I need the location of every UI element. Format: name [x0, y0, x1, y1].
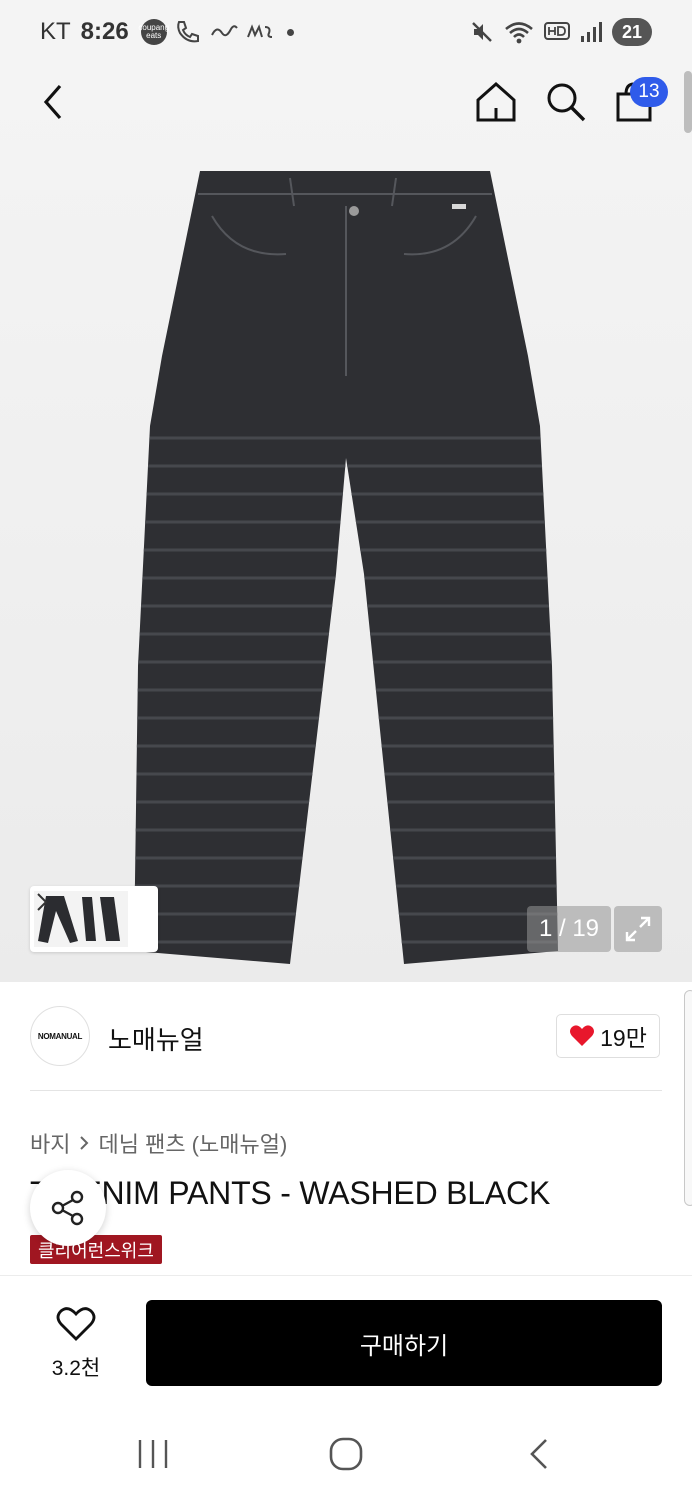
- more-notifications-dot-icon: [286, 28, 294, 36]
- app-notification-icon: [210, 25, 238, 37]
- promo-tag: 클리어런스위크: [30, 1235, 162, 1264]
- status-left: KT 8:26 coupang eats: [40, 18, 294, 46]
- status-bar: KT 8:26 coupang eats 21: [0, 0, 692, 66]
- share-icon: [51, 1190, 84, 1226]
- brand-row: NOMANUAL 노매뉴얼 19만: [0, 982, 692, 1092]
- image-page-counter: 1 / 19: [527, 906, 611, 952]
- phone-notification-icon: [176, 21, 199, 43]
- thumbnail-chevron-right-icon[interactable]: [34, 891, 50, 913]
- thumbnail-strip-button[interactable]: [30, 886, 158, 952]
- heart-outline-icon: [56, 1307, 96, 1341]
- coupang-eats-notification-icon: coupang eats: [138, 19, 170, 45]
- back-chevron-left-icon[interactable]: [36, 82, 72, 122]
- scrollbar[interactable]: [684, 71, 692, 133]
- purchase-bar: 3.2천 구매하기: [0, 1275, 692, 1410]
- wishlist-button[interactable]: 3.2천: [40, 1304, 112, 1384]
- total-image-count: 19: [572, 915, 600, 942]
- wifi-icon: [505, 22, 533, 44]
- promo-tag-label: 클리어런스위크: [38, 1240, 154, 1261]
- signal-icon: [581, 22, 602, 42]
- home-circle-icon[interactable]: [328, 1436, 364, 1472]
- product-image-gallery[interactable]: 13 1 / 19: [0, 66, 692, 982]
- edge-panel-handle[interactable]: [684, 990, 692, 1206]
- wishlist-count: 3.2천: [51, 1357, 101, 1380]
- system-navigation-bar: [0, 1410, 692, 1500]
- home-icon[interactable]: [474, 80, 518, 124]
- carrier-label: KT: [40, 18, 71, 45]
- back-icon[interactable]: [526, 1436, 554, 1472]
- clock: 8:26: [80, 18, 129, 45]
- cart-count-badge[interactable]: 13: [630, 77, 668, 107]
- mute-icon: [472, 22, 492, 42]
- battery-indicator: 21: [612, 18, 652, 46]
- top-navigation-bar: 13: [0, 66, 692, 138]
- brand-like-button[interactable]: 19만: [556, 1014, 660, 1058]
- product-image-denim-pants[interactable]: [0, 66, 692, 982]
- share-button[interactable]: [30, 1170, 106, 1246]
- product-title: T DENIM PANTS - WASHED BLACK: [30, 1175, 551, 1211]
- app-notification-icon-2: [246, 24, 272, 38]
- brand-name-link[interactable]: 노매뉴얼: [108, 1020, 204, 1057]
- breadcrumb: 바지 데님 팬츠 (노매뉴얼): [30, 1127, 287, 1159]
- section-divider: [30, 1090, 662, 1091]
- expand-icon: [625, 916, 651, 942]
- current-image-index: 1: [538, 915, 553, 942]
- expand-image-button[interactable]: [614, 906, 662, 952]
- buy-button[interactable]: 구매하기: [146, 1300, 662, 1386]
- search-icon[interactable]: [544, 80, 588, 124]
- brand-logo[interactable]: NOMANUAL: [30, 1006, 90, 1066]
- breadcrumb-category-link[interactable]: 바지: [30, 1127, 70, 1159]
- coupang-eats-label: coupang eats: [138, 23, 170, 40]
- breadcrumb-chevron-right-icon: [80, 1136, 89, 1150]
- brand-logo-text: NOMANUAL: [37, 1031, 83, 1041]
- status-right: 21: [460, 18, 652, 46]
- heart-icon: [570, 1025, 595, 1046]
- hd-voice-icon: [544, 22, 570, 40]
- recents-icon[interactable]: [136, 1438, 170, 1470]
- counter-separator: /: [552, 915, 573, 942]
- breadcrumb-subcategory-link[interactable]: 데님 팬츠 (노매뉴얼): [98, 1127, 287, 1159]
- brand-like-count: 19만: [600, 1025, 647, 1051]
